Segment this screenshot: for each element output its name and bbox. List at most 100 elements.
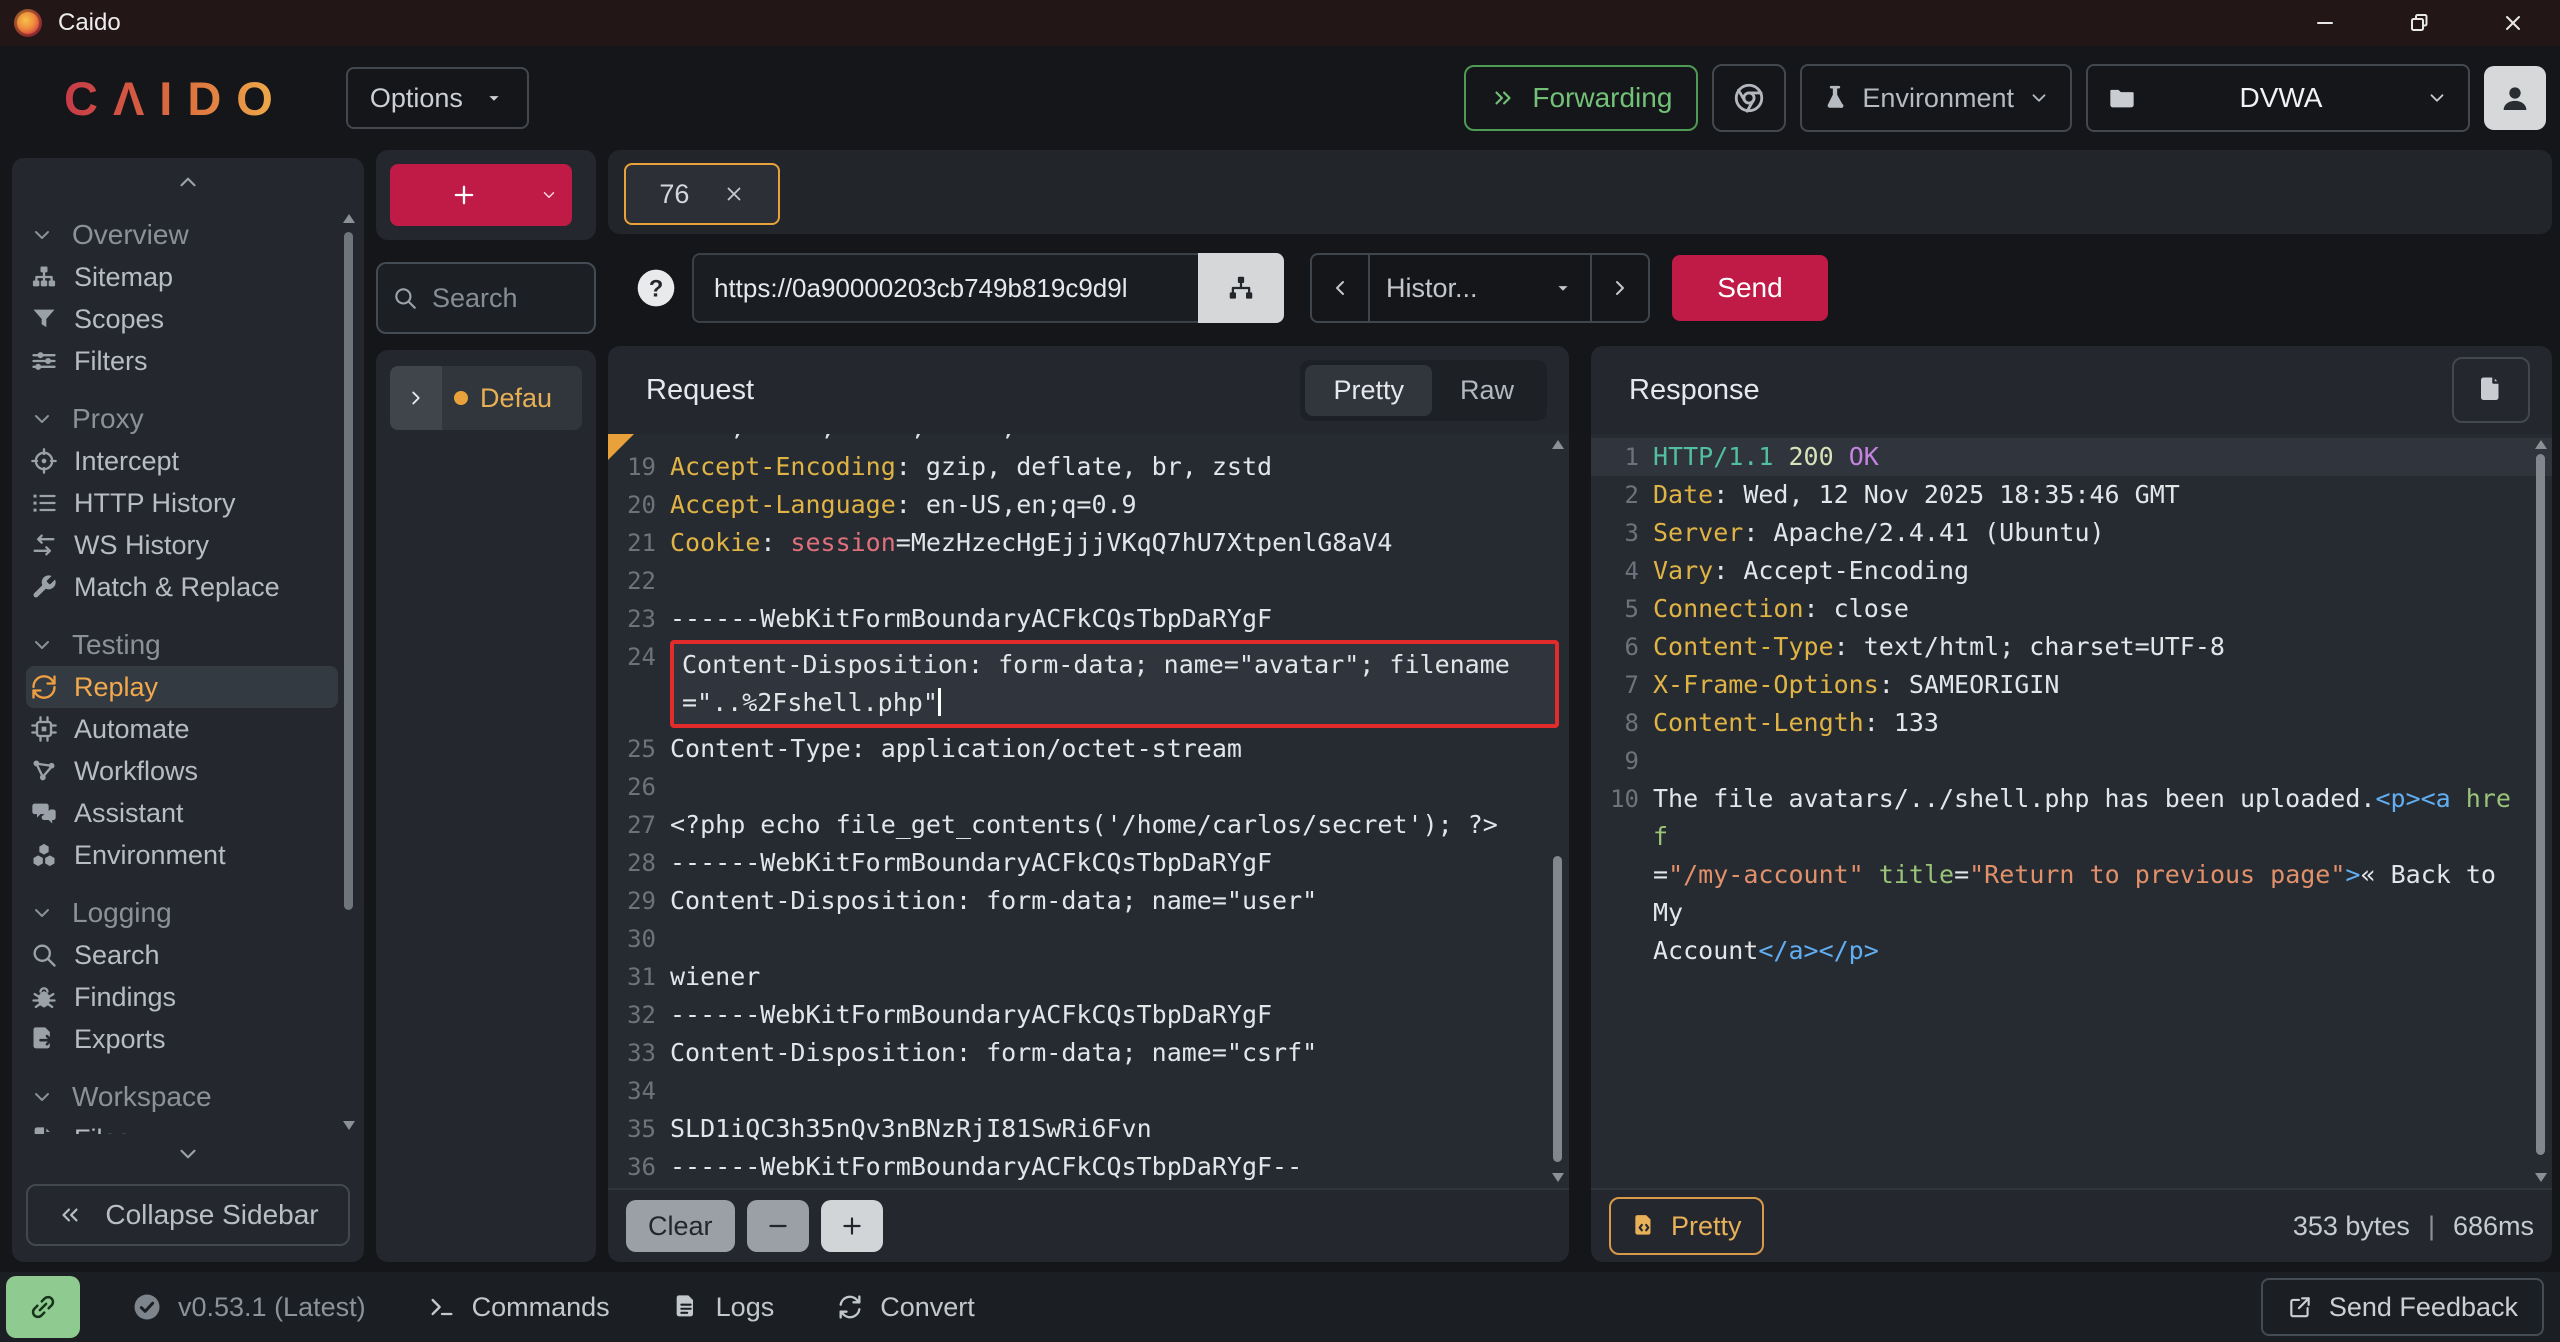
- send-button[interactable]: Send: [1672, 255, 1828, 321]
- sidebar-item-environment[interactable]: Environment: [26, 834, 338, 876]
- code-text[interactable]: Accept-Encoding: gzip, deflate, br, zstd: [670, 448, 1569, 486]
- sidebar-item-sitemap[interactable]: Sitemap: [26, 256, 338, 298]
- collapse-sidebar-button[interactable]: Collapse Sidebar: [26, 1184, 350, 1246]
- code-text[interactable]: [670, 562, 1569, 600]
- sidebar-item-assistant[interactable]: Assistant: [26, 792, 338, 834]
- decrease-font-button[interactable]: [747, 1200, 809, 1252]
- scrollbar-thumb[interactable]: [1553, 856, 1562, 1162]
- history-dropdown[interactable]: Histor...: [1370, 255, 1590, 321]
- close-tab-icon[interactable]: [723, 183, 745, 205]
- line-number: 20: [608, 486, 670, 524]
- tab-pretty[interactable]: Pretty: [1305, 365, 1432, 416]
- code-text[interactable]: Content-Type: application/octet-stream: [670, 730, 1569, 768]
- highlighted-code-text[interactable]: Content-Disposition: form-data; name="av…: [670, 640, 1559, 728]
- restore-button[interactable]: [2372, 0, 2466, 46]
- sidebar-group-testing[interactable]: Testing: [26, 624, 338, 666]
- sidebar-item-automate[interactable]: Automate: [26, 708, 338, 750]
- code-text[interactable]: Cookie: session=MezHzecHgEjjjVKqQ7hU7Xtp…: [670, 524, 1569, 562]
- commands-button[interactable]: Commands: [428, 1292, 610, 1323]
- connection-settings-button[interactable]: [1198, 253, 1284, 323]
- user-avatar-button[interactable]: [2484, 66, 2546, 130]
- send-feedback-button[interactable]: Send Feedback: [2261, 1278, 2544, 1336]
- sidebar-item-findings[interactable]: Findings: [26, 976, 338, 1018]
- code-text: HTTP/1.1 200 OK: [1653, 438, 2552, 476]
- response-code-lines: 1HTTP/1.1 200 OK2Date: Wed, 12 Nov 2025 …: [1591, 434, 2552, 970]
- export-response-button[interactable]: [2452, 357, 2530, 423]
- clear-button[interactable]: Clear: [626, 1200, 735, 1252]
- sidebar-scrollbar[interactable]: [342, 214, 356, 1130]
- environment-dropdown[interactable]: Environment: [1800, 64, 2072, 132]
- minimize-button[interactable]: [2278, 0, 2372, 46]
- terminal-icon: [428, 1293, 456, 1321]
- plus-icon: [450, 181, 478, 209]
- scrollbar-thumb[interactable]: [344, 232, 353, 910]
- close-button[interactable]: [2466, 0, 2560, 46]
- browser-button[interactable]: [1712, 64, 1786, 132]
- search-input[interactable]: [430, 282, 580, 315]
- caido-logo: CΛIDO: [64, 71, 288, 126]
- scrollbar-thumb[interactable]: [2536, 454, 2545, 1155]
- check-circle-icon: [132, 1292, 162, 1322]
- increase-font-button[interactable]: [821, 1200, 883, 1252]
- code-text[interactable]: ------WebKitFormBoundaryACFkCQsTbpDaRYgF…: [670, 1148, 1569, 1186]
- sidebar-item-intercept[interactable]: Intercept: [26, 440, 338, 482]
- code-text[interactable]: <?php echo file_get_contents('/home/carl…: [670, 806, 1569, 844]
- bug-icon: [30, 983, 58, 1011]
- project-selector[interactable]: DVWA: [2086, 64, 2470, 132]
- code-text[interactable]: Content-Disposition: form-data; name="cs…: [670, 1034, 1569, 1072]
- sidebar-group-overview[interactable]: Overview: [26, 214, 338, 256]
- sidebar-item-replay[interactable]: Replay: [26, 666, 338, 708]
- code-text[interactable]: [670, 1072, 1569, 1110]
- navbar-right-cluster: Forwarding Environment DVWA: [1464, 64, 2546, 132]
- sidebar-item-search[interactable]: Search: [26, 934, 338, 976]
- sidebar-scroll-up[interactable]: [12, 158, 364, 206]
- code-text[interactable]: ------WebKitFormBoundaryACFkCQsTbpDaRYgF: [670, 996, 1569, 1034]
- sidebar-group-workspace[interactable]: Workspace: [26, 1076, 338, 1118]
- request-editor-scrollbar[interactable]: [1550, 438, 1566, 1184]
- sidebar-item-filters[interactable]: Filters: [26, 340, 338, 382]
- convert-button[interactable]: Convert: [836, 1292, 975, 1323]
- connection-status-button[interactable]: [6, 1276, 80, 1338]
- forwarding-button[interactable]: Forwarding: [1464, 65, 1698, 131]
- sidebar-item-workflows[interactable]: Workflows: [26, 750, 338, 792]
- person-icon: [2498, 81, 2532, 115]
- code-text[interactable]: [670, 1186, 1569, 1188]
- request-editor[interactable]: " , " , " ; " , 19Accept-Encoding: gzip,…: [608, 434, 1569, 1188]
- code-text[interactable]: [670, 768, 1569, 806]
- code-text[interactable]: ------WebKitFormBoundaryACFkCQsTbpDaRYgF: [670, 600, 1569, 638]
- pretty-button[interactable]: Pretty: [1609, 1197, 1764, 1255]
- sidebar-item-exports[interactable]: Exports: [26, 1018, 338, 1060]
- history-next-button[interactable]: [1590, 255, 1648, 321]
- sidebar-item-match-replace[interactable]: Match & Replace: [26, 566, 338, 608]
- session-search: [376, 262, 596, 334]
- code-text[interactable]: [670, 920, 1569, 958]
- sliders-icon: [30, 347, 58, 375]
- help-icon[interactable]: ?: [634, 266, 678, 310]
- options-dropdown[interactable]: Options: [346, 67, 529, 129]
- new-session-button[interactable]: [390, 164, 572, 226]
- sidebar-item-scopes[interactable]: Scopes: [26, 298, 338, 340]
- sidebar-label: Assistant: [74, 798, 184, 829]
- sidebar-scroll-down[interactable]: [12, 1134, 364, 1174]
- response-stats: 353 bytes | 686ms: [2293, 1211, 2534, 1242]
- sidebar-group-proxy[interactable]: Proxy: [26, 398, 338, 440]
- code-text[interactable]: ------WebKitFormBoundaryACFkCQsTbpDaRYgF: [670, 844, 1569, 882]
- code-text[interactable]: Accept-Language: en-US,en;q=0.9: [670, 486, 1569, 524]
- collection-item[interactable]: Defau: [442, 366, 582, 430]
- url-input[interactable]: [712, 272, 1180, 305]
- sidebar-group-logging[interactable]: Logging: [26, 892, 338, 934]
- sidebar-item-ws-history[interactable]: WS History: [26, 524, 338, 566]
- logs-button[interactable]: Logs: [672, 1292, 775, 1323]
- code-line-34: 34: [608, 1072, 1569, 1110]
- response-editor-scrollbar[interactable]: [2533, 438, 2549, 1184]
- code-text[interactable]: SLD1iQC3h35nQv3nBNzRjI81SwRi6Fvn: [670, 1110, 1569, 1148]
- sidebar-item-http-history[interactable]: HTTP History: [26, 482, 338, 524]
- expand-collection-button[interactable]: [390, 366, 442, 430]
- code-text[interactable]: wiener: [670, 958, 1569, 996]
- sidebar-item-files[interactable]: Files: [26, 1118, 338, 1134]
- plus-icon: [839, 1213, 865, 1239]
- code-text[interactable]: Content-Disposition: form-data; name="us…: [670, 882, 1569, 920]
- tab-raw[interactable]: Raw: [1432, 365, 1542, 416]
- session-tab-76[interactable]: 76: [624, 163, 780, 225]
- history-prev-button[interactable]: [1312, 255, 1370, 321]
